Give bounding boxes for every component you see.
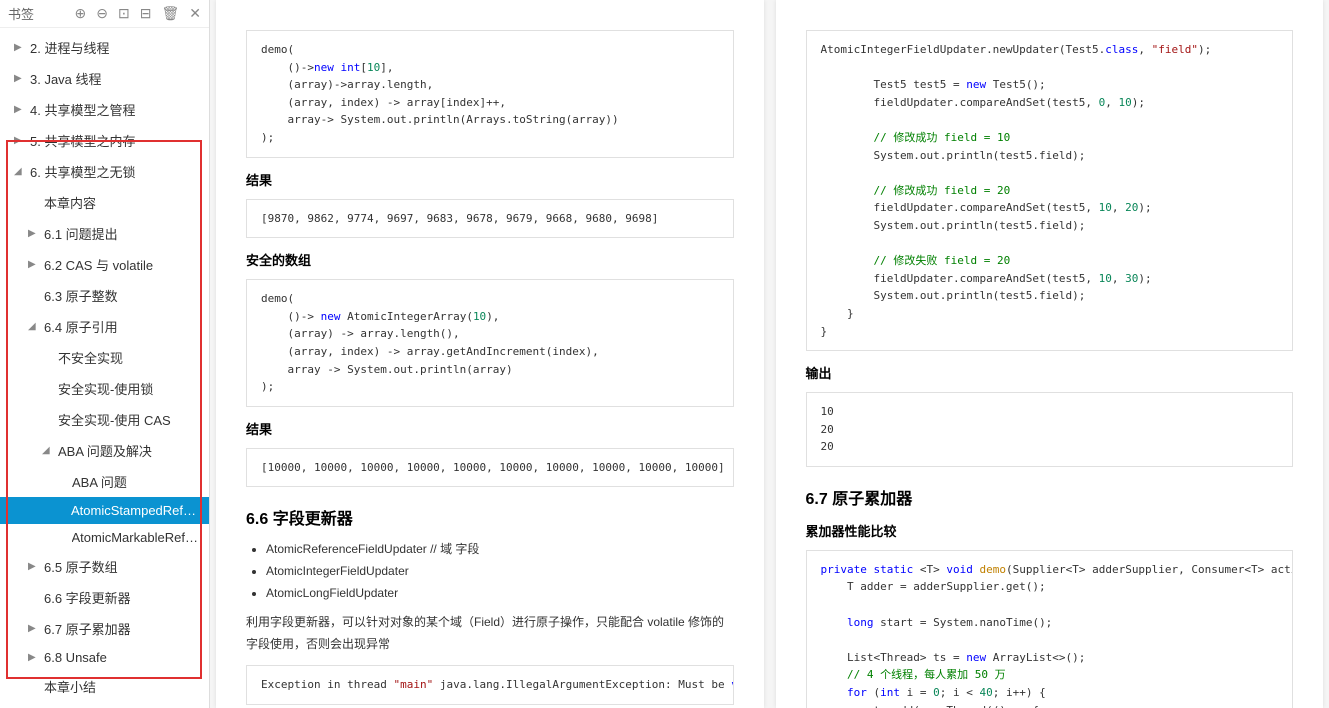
tree-arrow-icon: ▶ [28,561,40,572]
sidebar-toolbar: ⊕ ⊖ ⊡ ⊟ 🗑 ✕ [75,5,201,22]
subsection-title: 累加器性能比较 [806,521,1294,540]
tree-item[interactable]: ◢ ABA 问题及解决 [0,435,209,466]
close-icon[interactable]: ✕ [189,5,201,22]
tree-item[interactable]: ◢ 6.4 原子引用 [0,311,209,342]
output-values: 10 20 20 [806,392,1294,467]
tree-item[interactable]: ABA 问题 [0,466,209,497]
tree-item[interactable]: 6.3 原子整数 [0,280,209,311]
output-title: 输出 [806,363,1294,382]
tree-item-label: 3. Java 线程 [30,69,102,88]
tree-item-label: 6. 共享模型之无锁 [30,162,135,181]
tree-arrow-icon: ◢ [14,166,26,177]
tree-item-label: 本章小结 [44,677,96,696]
page-left: demo( ()->new int[10], (array)->array.le… [216,0,764,708]
tree-arrow-icon: ▶ [28,652,40,663]
tree-item-label: 4. 共享模型之管程 [30,100,135,119]
tree-item-label: 6.6 字段更新器 [44,588,131,607]
tree-item-label: AtomicMarkableRefer... [72,530,202,545]
page-right: AtomicIntegerFieldUpdater.newUpdater(Tes… [776,0,1324,708]
tree-item[interactable]: ▶ 6.1 问题提出 [0,218,209,249]
tree-item[interactable]: 安全实现-使用锁 [0,373,209,404]
tree-item-label: 不安全实现 [58,348,123,367]
add-icon[interactable]: ⊕ [75,5,87,22]
tree-arrow-icon: ◢ [28,321,40,332]
result-title-1: 结果 [246,170,734,189]
tree-item-label: 2. 进程与线程 [30,38,109,57]
tree-item[interactable]: 安全实现-使用 CAS [0,404,209,435]
tree-item-label: ABA 问题 [72,472,127,491]
tree-item[interactable]: ▶ 5. 共享模型之内存 [0,125,209,156]
tree-item-label: 6.7 原子累加器 [44,619,131,638]
tree-item-label: ABA 问题及解决 [58,441,152,460]
tree-item-label: 6.4 原子引用 [44,317,118,336]
tree-item[interactable]: ▶ 6.5 原子数组 [0,551,209,582]
delete-icon[interactable]: 🗑 [161,5,179,22]
tree-arrow-icon: ▶ [28,259,40,270]
tree-item[interactable]: ◢ 6. 共享模型之无锁 [0,156,209,187]
sidebar-header: 书签 ⊕ ⊖ ⊡ ⊟ 🗑 ✕ [0,0,209,28]
bookmarks-sidebar: 书签 ⊕ ⊖ ⊡ ⊟ 🗑 ✕ ▶ 2. 进程与线程 ▶ 3. Java 线程 ▶ 4. 共… [0,0,210,708]
tree-item[interactable]: 本章小结 [0,671,209,702]
tree-arrow-icon: ▶ [14,135,26,146]
result-output-1: [9870, 9862, 9774, 9697, 9683, 9678, 967… [246,199,734,239]
tree-item[interactable]: AtomicMarkableRefer... [0,524,209,551]
tree-arrow-icon: ▶ [14,104,26,115]
tree-arrow-icon: ▶ [14,42,26,53]
tree-arrow-icon: ▶ [28,623,40,634]
tree-item-label: 安全实现-使用锁 [58,379,153,398]
tree-item-label: 6.3 原子整数 [44,286,118,305]
sidebar-title: 书签 [8,4,67,23]
tree-item-label: 本章内容 [44,193,96,212]
tree-item-label: 5. 共享模型之内存 [30,131,135,150]
tree-item[interactable]: ▶ 6.7 原子累加器 [0,613,209,644]
tree-item[interactable]: 不安全实现 [0,342,209,373]
tree-item-label: 安全实现-使用 CAS [58,410,171,429]
tree-item-label: 6.5 原子数组 [44,557,118,576]
tree-item-label: 6.1 问题提出 [44,224,118,243]
tree-item[interactable]: 本章内容 [0,187,209,218]
section-6-6-title: 6.6 字段更新器 [246,505,734,529]
exception-output: Exception in thread "main" java.lang.Ill… [246,665,734,705]
tree-item-label: 6.8 Unsafe [44,650,107,665]
tree-item[interactable]: 6.6 字段更新器 [0,582,209,613]
section-6-7-title: 6.7 原子累加器 [806,485,1294,509]
code-adder-demo: private static <T> void demo(Supplier<T>… [806,550,1294,708]
code-demo-unsafe: demo( ()->new int[10], (array)->array.le… [246,30,734,158]
document-viewport: demo( ()->new int[10], (array)->array.le… [210,0,1329,708]
tree-arrow-icon: ▶ [28,228,40,239]
collapse-icon[interactable]: ⊟ [140,5,152,22]
tree-arrow-icon: ▶ [14,73,26,84]
list-item: AtomicIntegerFieldUpdater [266,561,734,583]
tree-item[interactable]: ▶ 2. 进程与线程 [0,32,209,63]
bookmark-tree[interactable]: ▶ 2. 进程与线程 ▶ 3. Java 线程 ▶ 4. 共享模型之管程 ▶ 5. 共享模型之… [0,28,209,708]
minus-icon[interactable]: ⊖ [96,5,108,22]
tree-item[interactable]: ▶ 3. Java 线程 [0,63,209,94]
tree-item-label: AtomicStampedRefere... [71,503,201,518]
result-output-2: [10000, 10000, 10000, 10000, 10000, 1000… [246,448,734,488]
tree-item[interactable]: ▶7. 共享模型之不可变 [0,702,209,708]
list-item: AtomicLongFieldUpdater [266,583,734,605]
tree-item[interactable]: AtomicStampedRefere... [0,497,209,524]
tree-item[interactable]: ▶ 4. 共享模型之管程 [0,94,209,125]
code-field-updater-cont: AtomicIntegerFieldUpdater.newUpdater(Tes… [806,30,1294,351]
tree-item[interactable]: ▶ 6.2 CAS 与 volatile [0,249,209,280]
tree-arrow-icon: ◢ [42,445,54,456]
tree-item[interactable]: ▶ 6.8 Unsafe [0,644,209,671]
para-field-updater: 利用字段更新器，可以针对对象的某个域（Field）进行原子操作，只能配合 vol… [246,612,734,655]
code-demo-safe: demo( ()-> new AtomicIntegerArray(10), (… [246,279,734,407]
safe-array-title: 安全的数组 [246,250,734,269]
updater-list: AtomicReferenceFieldUpdater // 域 字段 Atom… [266,539,734,604]
list-item: AtomicReferenceFieldUpdater // 域 字段 [266,539,734,561]
expand-icon[interactable]: ⊡ [118,5,130,22]
result-title-2: 结果 [246,419,734,438]
tree-item-label: 6.2 CAS 与 volatile [44,255,153,274]
